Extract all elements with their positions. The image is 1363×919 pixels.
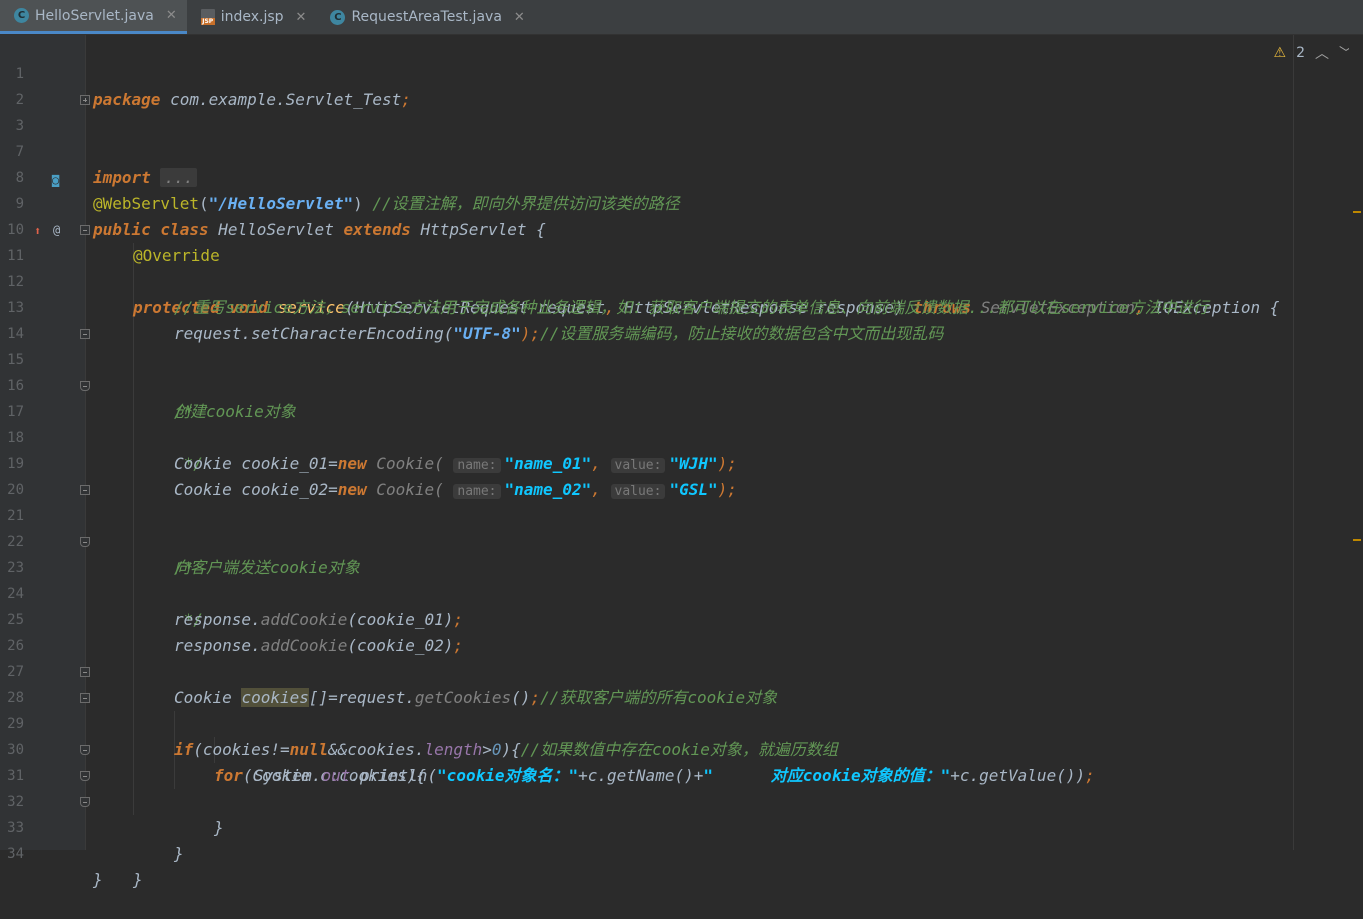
code-line[interactable]: 19 Cookie cookie_02=new Cookie( name: "na… — [0, 425, 1363, 499]
fold-collapse-icon[interactable] — [80, 485, 90, 495]
tab-label: index.jsp — [220, 9, 284, 25]
fold-collapse-icon[interactable] — [80, 329, 90, 339]
jsp-file-icon: JSP — [200, 9, 215, 25]
code-line[interactable]: 11 protected void service(HttpServletReq… — [0, 217, 1363, 317]
tab-requestareatest-java[interactable]: C RequestAreaTest.java ✕ — [316, 0, 534, 34]
tab-label: RequestAreaTest.java — [351, 9, 502, 25]
fold-end-icon[interactable] — [80, 797, 90, 807]
code-line[interactable]: 34 } — [0, 815, 1363, 889]
editor-tab-bar: C HelloServlet.java ✕ JSP index.jsp ✕ C … — [0, 0, 1363, 35]
code-line[interactable]: 7 — [0, 113, 1363, 160]
code-line[interactable]: 32 } — [0, 763, 1363, 863]
java-class-icon: C — [14, 8, 29, 23]
fold-expand-icon[interactable] — [80, 95, 90, 105]
code-line[interactable]: 16 创建cookie对象 — [0, 347, 1363, 421]
fold-collapse-icon[interactable] — [80, 693, 90, 703]
fold-end-icon[interactable] — [80, 381, 90, 391]
code-line[interactable]: 28 if(cookies!=null&&cookies.length>0){/… — [0, 659, 1363, 759]
code-line[interactable]: 23 */ — [0, 529, 1363, 629]
code-line[interactable]: 12 //重写service方法，service方法用于完成各种业务逻辑，如：获… — [0, 243, 1363, 317]
code-line[interactable]: 30 System.out.println("cookie对象名："+c.get… — [0, 711, 1363, 785]
code-line[interactable]: 21 /* — [0, 477, 1363, 577]
code-line[interactable]: 10 @Override — [0, 191, 1363, 265]
fold-collapse-icon[interactable] — [80, 667, 90, 677]
fold-collapse-icon[interactable] — [80, 225, 90, 235]
code-line[interactable]: 25 response.addCookie(cookie_02); — [0, 581, 1363, 655]
code-line[interactable]: 31 } — [0, 737, 1363, 837]
close-icon[interactable]: ✕ — [514, 10, 525, 25]
tab-index-jsp[interactable]: JSP index.jsp ✕ — [187, 0, 317, 34]
code-line[interactable]: 9 public class HelloServlet extends Http… — [0, 165, 1363, 239]
code-line[interactable]: 17 */ — [0, 373, 1363, 473]
brace: } — [174, 844, 184, 863]
java-class-icon: C — [330, 9, 346, 25]
code-line[interactable]: 14 — [0, 295, 1363, 342]
brace: } — [93, 870, 103, 889]
fold-end-icon[interactable] — [80, 745, 90, 755]
tab-label: HelloServlet.java — [35, 7, 154, 24]
code-line[interactable]: 29 for(Cookie c:cookies){ — [0, 685, 1363, 785]
close-icon[interactable]: ✕ — [296, 10, 307, 25]
code-line[interactable]: 27 Cookie cookies[]=request.getCookies()… — [0, 633, 1363, 707]
code-line[interactable]: 8 @WebServlet("/HelloServlet") //设置注解，即向… — [0, 139, 1363, 213]
code-line[interactable]: 1 package com.example.Servlet_Test; — [0, 35, 1363, 109]
code-line[interactable]: 22 向客户端发送cookie对象 — [0, 503, 1363, 577]
line-number: 34 — [7, 846, 24, 862]
code-line[interactable]: 20 — [0, 451, 1363, 498]
code-line[interactable]: 2 — [0, 61, 1363, 108]
code-line[interactable]: 33 } — [0, 789, 1363, 889]
code-line[interactable]: 13 request.setCharacterEncoding("UTF-8")… — [0, 269, 1363, 343]
brace: } — [133, 870, 143, 889]
close-icon[interactable]: ✕ — [166, 8, 177, 23]
code-line[interactable]: 3 import ... — [0, 87, 1363, 187]
tab-helloservlet-java[interactable]: C HelloServlet.java ✕ — [0, 0, 187, 34]
code-line[interactable]: 26 — [0, 607, 1363, 654]
code-line[interactable]: 15 /* — [0, 321, 1363, 421]
fold-end-icon[interactable] — [80, 771, 90, 781]
code-line[interactable]: 18 Cookie cookie_01=new Cookie( name: "na… — [0, 399, 1363, 473]
fold-end-icon[interactable] — [80, 537, 90, 547]
code-editor[interactable]: ⚠ 2 ︿ ﹀ ◙ ⬆ @ 1 package com.example.Serv… — [0, 35, 1363, 889]
code-line[interactable]: 24 response.addCookie(cookie_01); — [0, 555, 1363, 629]
